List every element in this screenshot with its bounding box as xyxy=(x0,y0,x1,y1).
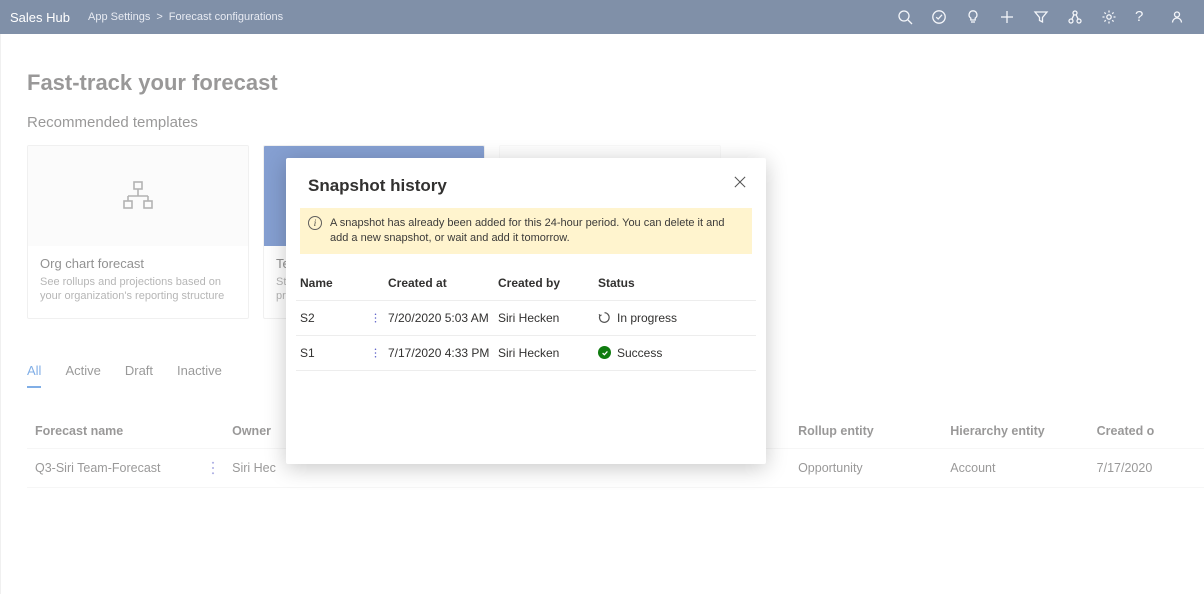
info-icon: i xyxy=(308,216,322,230)
snap-col-by: Created by xyxy=(498,276,598,290)
snap-status: Success xyxy=(617,346,662,360)
dialog-title: Snapshot history xyxy=(308,176,744,196)
snap-status: In progress xyxy=(617,311,677,325)
snap-row[interactable]: S2 7/20/2020 5:03 AM Siri Hecken In prog… xyxy=(296,301,756,336)
snap-name: S1 xyxy=(300,346,315,360)
snap-by: Siri Hecken xyxy=(498,311,598,325)
info-text: A snapshot has already been added for th… xyxy=(330,217,724,244)
snap-row-menu-icon[interactable] xyxy=(368,346,382,360)
snap-header: Name Created at Created by Status xyxy=(296,266,756,301)
in-progress-icon xyxy=(598,311,611,324)
snap-col-name: Name xyxy=(296,276,388,290)
snap-created: 7/17/2020 4:33 PM xyxy=(388,346,498,360)
snap-row[interactable]: S1 7/17/2020 4:33 PM Siri Hecken Success xyxy=(296,336,756,371)
snap-col-status: Status xyxy=(598,276,718,290)
snap-by: Siri Hecken xyxy=(498,346,598,360)
snap-col-created: Created at xyxy=(388,276,498,290)
success-icon xyxy=(598,346,611,359)
snapshot-table: Name Created at Created by Status S2 7/2… xyxy=(296,266,756,371)
snap-row-menu-icon[interactable] xyxy=(368,311,382,325)
snap-name: S2 xyxy=(300,311,315,325)
close-icon[interactable] xyxy=(730,172,750,192)
info-bar: i A snapshot has already been added for … xyxy=(300,208,752,254)
snapshot-history-dialog: Snapshot history i A snapshot has alread… xyxy=(286,158,766,464)
snap-created: 7/20/2020 5:03 AM xyxy=(388,311,498,325)
